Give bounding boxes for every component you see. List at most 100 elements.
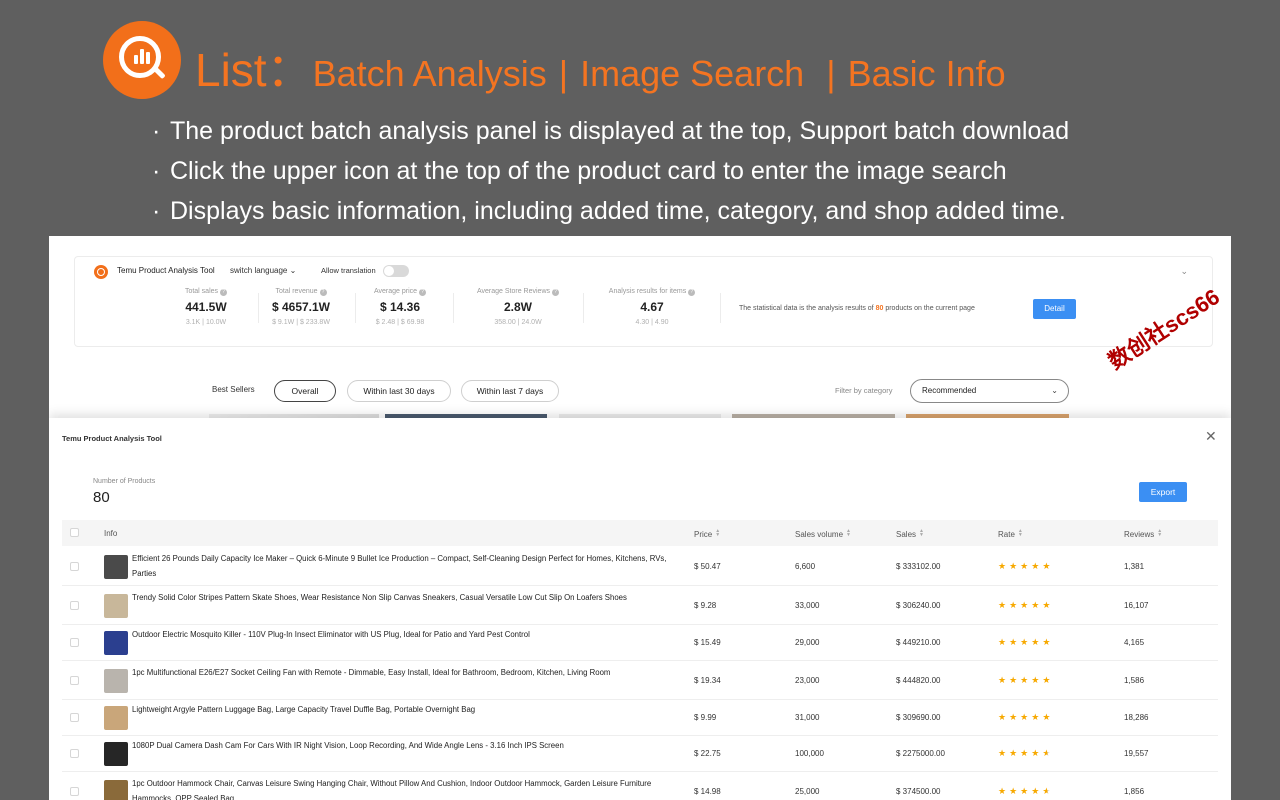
product-title[interactable]: Trendy Solid Color Stripes Pattern Skate… bbox=[132, 591, 682, 606]
bullet-item: · The product batch analysis panel is dis… bbox=[152, 111, 1069, 151]
table-header: Info Price ▲ ▼ Sales volume ▲ ▼ Sales ▲ ▼ Rate… bbox=[62, 520, 1218, 546]
row-checkbox[interactable] bbox=[70, 676, 79, 685]
product-price: $ 14.98 bbox=[694, 787, 721, 796]
table-row[interactable]: 1080P Dual Camera Dash Cam For Cars With… bbox=[62, 736, 1218, 772]
collapse-chevron-icon[interactable]: ⌄ bbox=[1180, 266, 1188, 277]
mosquito-killer-thumbnail[interactable] bbox=[104, 631, 128, 655]
column-sales-volume[interactable]: Sales volume ▲ ▼ bbox=[795, 529, 851, 540]
luggage-bag-thumbnail[interactable] bbox=[104, 706, 128, 730]
category-select[interactable]: Recommended ⌄ bbox=[910, 379, 1069, 403]
row-checkbox[interactable] bbox=[70, 562, 79, 571]
product-title[interactable]: Outdoor Electric Mosquito Killer - 110V … bbox=[132, 628, 682, 643]
chevron-down-icon: ⌄ bbox=[1051, 386, 1058, 395]
stat-min: 358.00 bbox=[494, 319, 516, 326]
help-icon[interactable]: ? bbox=[552, 289, 560, 296]
detail-button[interactable]: Detail bbox=[1033, 299, 1076, 319]
row-checkbox[interactable] bbox=[70, 638, 79, 647]
help-icon[interactable]: ? bbox=[220, 289, 228, 296]
allow-translation-toggle[interactable] bbox=[383, 265, 409, 277]
close-icon[interactable]: ✕ bbox=[1205, 429, 1217, 443]
allow-translation-label: Allow translation bbox=[321, 266, 376, 275]
table-row[interactable]: Lightweight Argyle Pattern Luggage Bag, … bbox=[62, 700, 1218, 736]
star-icon: ★ bbox=[1042, 712, 1054, 722]
shoes-thumbnail[interactable] bbox=[104, 594, 128, 618]
bullet-dot: · bbox=[152, 197, 161, 225]
ceiling-fan-thumbnail[interactable] bbox=[104, 669, 128, 693]
sort-icon[interactable]: ▲ ▼ bbox=[846, 529, 851, 538]
column-rate[interactable]: Rate ▲ ▼ bbox=[998, 529, 1023, 540]
dash-cam-thumbnail[interactable] bbox=[104, 742, 128, 766]
row-checkbox[interactable] bbox=[70, 601, 79, 610]
product-title[interactable]: Lightweight Argyle Pattern Luggage Bag, … bbox=[132, 703, 682, 718]
row-checkbox[interactable] bbox=[70, 787, 79, 796]
table-row[interactable]: 1pc Multifunctional E26/E27 Socket Ceili… bbox=[62, 661, 1218, 700]
product-price: $ 22.75 bbox=[694, 749, 721, 758]
product-title[interactable]: 1080P Dual Camera Dash Cam For Cars With… bbox=[132, 739, 682, 754]
product-reviews: 19,557 bbox=[1124, 749, 1149, 758]
star-icon: ★ bbox=[1042, 637, 1054, 647]
star-icon: ★ bbox=[1020, 675, 1032, 685]
bullet-item: · Displays basic information, including a… bbox=[152, 191, 1069, 231]
stat-label: Average price bbox=[373, 288, 418, 295]
tab-within-last-7-days[interactable]: Within last 7 days bbox=[461, 380, 559, 402]
column-price[interactable]: Price ▲ ▼ bbox=[694, 529, 720, 540]
product-sales: $ 306240.00 bbox=[896, 601, 941, 610]
row-checkbox[interactable] bbox=[70, 749, 79, 758]
best-sellers-label: Best Sellers bbox=[212, 385, 255, 394]
help-icon[interactable]: ? bbox=[319, 289, 327, 296]
hammock-chair-thumbnail[interactable] bbox=[104, 780, 128, 800]
sort-icon[interactable]: ▲ ▼ bbox=[715, 529, 720, 538]
help-icon[interactable]: ? bbox=[688, 289, 696, 296]
sort-icon[interactable]: ▲ ▼ bbox=[1018, 529, 1023, 538]
product-price: $ 9.99 bbox=[694, 713, 717, 722]
star-icon: ★ bbox=[1009, 712, 1021, 722]
table-row[interactable]: Efficient 26 Pounds Daily Capacity Ice M… bbox=[62, 547, 1218, 586]
product-sales: $ 374500.00 bbox=[896, 787, 941, 796]
stat-label: Total sales bbox=[184, 288, 219, 295]
sort-icon[interactable]: ▲ ▼ bbox=[1157, 529, 1162, 538]
tab-overall[interactable]: Overall bbox=[274, 380, 336, 402]
stat-min: $ 9.1W bbox=[272, 319, 295, 326]
column-reviews[interactable]: Reviews ▲ ▼ bbox=[1124, 529, 1162, 540]
star-icon: ★ bbox=[1031, 675, 1043, 685]
stat-label: Average Store Reviews bbox=[476, 288, 551, 295]
product-rating: ★★★★★ bbox=[998, 712, 1053, 723]
row-checkbox[interactable] bbox=[70, 713, 79, 722]
select-all-checkbox[interactable] bbox=[70, 528, 79, 537]
product-title[interactable]: 1pc Outdoor Hammock Chair, Canvas Leisur… bbox=[132, 777, 682, 800]
bullet-text: Displays basic information, including ad… bbox=[170, 197, 1066, 225]
table-row[interactable]: Trendy Solid Color Stripes Pattern Skate… bbox=[62, 586, 1218, 625]
stat-value: $ 14.36 bbox=[379, 300, 421, 314]
export-button[interactable]: Export bbox=[1139, 482, 1187, 502]
star-icon: ★ bbox=[998, 637, 1010, 647]
product-reviews: 16,107 bbox=[1124, 601, 1149, 610]
star-icon: ★ bbox=[1042, 675, 1054, 685]
column-sales[interactable]: Sales ▲ ▼ bbox=[896, 529, 924, 540]
table-row[interactable]: Outdoor Electric Mosquito Killer - 110V … bbox=[62, 625, 1218, 661]
help-icon[interactable]: ? bbox=[419, 289, 427, 296]
switch-language-label: switch language bbox=[230, 266, 288, 275]
divider bbox=[453, 293, 454, 323]
product-sales: $ 333102.00 bbox=[896, 562, 941, 571]
stat-average-store-reviews: Average Store Reviews? 2.8W 358.00 | 24.… bbox=[468, 288, 568, 326]
star-icon: ★ bbox=[1031, 712, 1043, 722]
star-icon: ★ bbox=[1031, 600, 1043, 610]
product-reviews: 1,856 bbox=[1124, 787, 1145, 796]
stat-note: The statistical data is the analysis res… bbox=[739, 305, 975, 312]
stat-note-count: 80 bbox=[875, 305, 884, 312]
product-reviews: 1,586 bbox=[1124, 676, 1145, 685]
product-title[interactable]: 1pc Multifunctional E26/E27 Socket Ceili… bbox=[132, 666, 682, 681]
star-icon: ★ bbox=[1020, 712, 1032, 722]
feature-bullets: · The product batch analysis panel is dis… bbox=[152, 111, 1069, 231]
tab-within-last-30-days[interactable]: Within last 30 days bbox=[347, 380, 451, 402]
switch-language-dropdown[interactable]: switch language ⌄ bbox=[230, 266, 296, 275]
title-batch-analysis: Batch Analysis bbox=[312, 53, 547, 94]
ice-maker-thumbnail[interactable] bbox=[104, 555, 128, 579]
product-sales: $ 309690.00 bbox=[896, 713, 941, 722]
product-title[interactable]: Efficient 26 Pounds Daily Capacity Ice M… bbox=[132, 552, 682, 581]
table-row[interactable]: 1pc Outdoor Hammock Chair, Canvas Leisur… bbox=[62, 772, 1218, 800]
sort-icon[interactable]: ▲ ▼ bbox=[919, 529, 924, 538]
star-icon: ★ bbox=[1042, 600, 1054, 610]
stat-min: $ 2.48 bbox=[375, 319, 396, 326]
star-icon: ★ bbox=[998, 561, 1010, 571]
